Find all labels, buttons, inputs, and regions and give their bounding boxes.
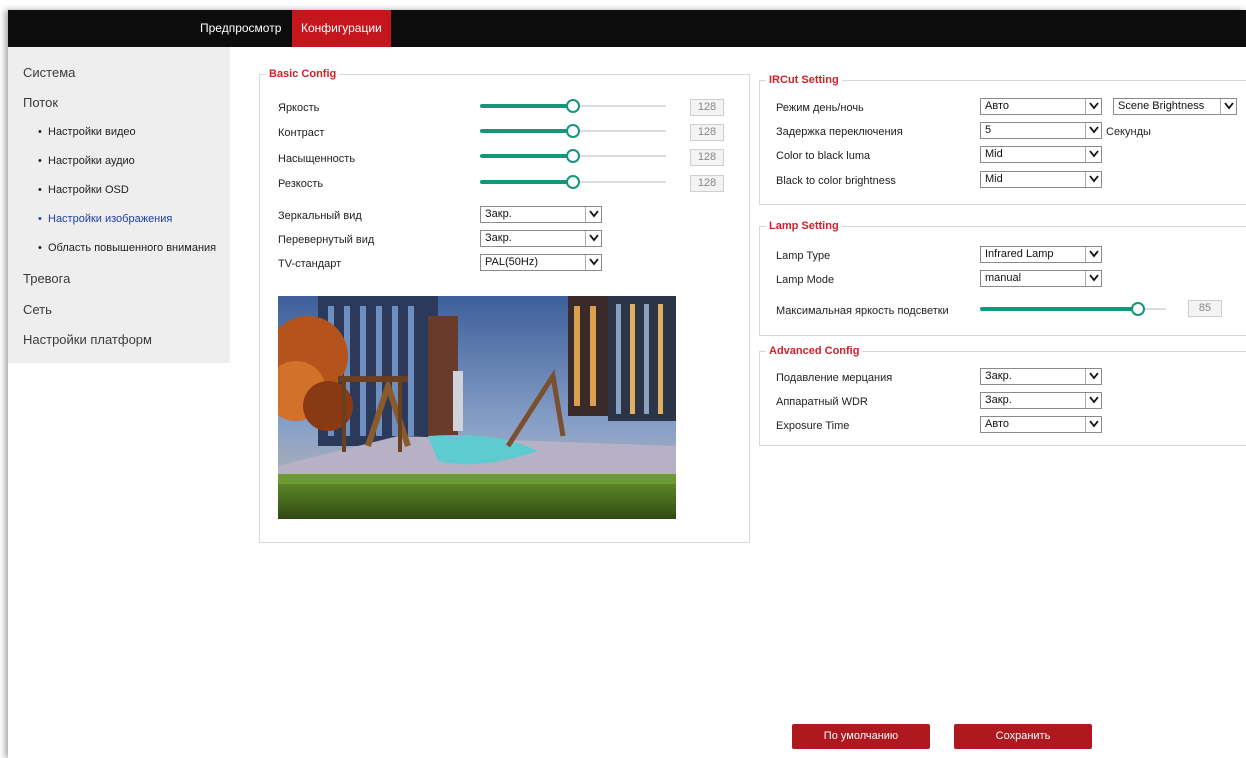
sidebar-item-alarm[interactable]: Тревога: [23, 271, 70, 286]
flicker-suppression-label: Подавление мерцания: [776, 372, 893, 384]
color-to-black-value: Mid: [985, 148, 1003, 160]
scene-brightness-value: Scene Brightness: [1118, 100, 1205, 112]
chevron-down-icon: [1085, 247, 1101, 262]
advanced-config-legend: Advanced Config: [769, 345, 860, 357]
saturation-slider[interactable]: [480, 149, 666, 163]
mirror-label: Зеркальный вид: [278, 210, 362, 222]
contrast-slider[interactable]: [480, 124, 666, 138]
flip-label: Перевернутый вид: [278, 234, 375, 246]
sidebar-item-image-settings[interactable]: • Настройки изображения: [38, 213, 172, 225]
chevron-down-icon: [1085, 147, 1101, 162]
chevron-down-icon: [1085, 271, 1101, 286]
switch-delay-value: 5: [985, 124, 992, 136]
chevron-down-icon: [585, 255, 601, 270]
slider-handle[interactable]: [566, 124, 580, 138]
scene-brightness-select[interactable]: Scene Brightness: [1113, 98, 1237, 115]
exposure-time-value: Авто: [985, 418, 1009, 430]
black-to-color-select[interactable]: Mid: [980, 171, 1102, 188]
max-lamp-brightness-slider[interactable]: [980, 302, 1166, 316]
lamp-mode-value: manual: [985, 272, 1022, 284]
lamp-mode-select[interactable]: manual: [980, 270, 1102, 287]
default-button[interactable]: По умолчанию: [792, 724, 930, 749]
sidebar-item-label: Настройки изображения: [48, 213, 173, 225]
tv-standard-select[interactable]: PAL(50Hz): [480, 254, 602, 271]
brightness-slider[interactable]: [480, 99, 666, 113]
chevron-down-icon: [1085, 172, 1101, 187]
flip-select-value: Закр.: [485, 232, 512, 244]
chevron-down-icon: [1085, 123, 1101, 138]
brightness-label: Яркость: [278, 102, 320, 114]
sidebar-item-label: Область повышенного внимания: [48, 242, 217, 254]
mirror-select-value: Закр.: [485, 208, 512, 220]
sharpness-label: Резкость: [278, 178, 324, 190]
slider-handle[interactable]: [566, 149, 580, 163]
sharpness-value: 128: [690, 175, 724, 192]
basic-config-legend: Basic Config: [269, 68, 337, 80]
sidebar-item-label: Настройки аудио: [48, 155, 135, 167]
save-button[interactable]: Сохранить: [954, 724, 1092, 749]
tv-standard-select-value: PAL(50Hz): [485, 256, 538, 268]
color-to-black-label: Color to black luma: [776, 150, 871, 162]
sharpness-slider[interactable]: [480, 175, 666, 189]
sidebar-item-osd-settings[interactable]: • Настройки OSD: [38, 184, 129, 196]
switch-delay-label: Задержка переключения: [776, 126, 903, 138]
chevron-down-icon: [1085, 417, 1101, 432]
sidebar: Система Поток • Настройки видео • Настройк…: [8, 47, 230, 363]
saturation-value: 128: [690, 149, 724, 166]
flip-select[interactable]: Закр.: [480, 230, 602, 247]
hardware-wdr-value: Закр.: [985, 394, 1012, 406]
chevron-down-icon: [1085, 369, 1101, 384]
black-to-color-value: Mid: [985, 173, 1003, 185]
black-to-color-label: Black to color brightness: [776, 175, 896, 187]
lamp-type-value: Infrared Lamp: [985, 248, 1054, 260]
chevron-down-icon: [1220, 99, 1236, 114]
slider-handle[interactable]: [1131, 302, 1146, 316]
lamp-type-label: Lamp Type: [776, 250, 831, 262]
max-lamp-brightness-value: 85: [1188, 300, 1222, 317]
sidebar-item-platform[interactable]: Настройки платформ: [23, 332, 152, 347]
top-nav-bar: Предпросмотр Конфигурации: [8, 10, 1246, 47]
hardware-wdr-select[interactable]: Закр.: [980, 392, 1102, 409]
slider-handle[interactable]: [566, 99, 580, 113]
flicker-suppression-value: Закр.: [985, 370, 1012, 382]
ircut-setting-legend: IRCut Setting: [769, 74, 839, 86]
camera-preview-image: [278, 296, 676, 519]
day-night-mode-value: Авто: [985, 100, 1009, 112]
lamp-setting-legend: Lamp Setting: [769, 220, 839, 232]
color-to-black-select[interactable]: Mid: [980, 146, 1102, 163]
app-window: Предпросмотр Конфигурации Система Поток …: [8, 10, 1246, 758]
brightness-value: 128: [690, 99, 724, 116]
chevron-down-icon: [585, 231, 601, 246]
chevron-down-icon: [585, 207, 601, 222]
exposure-time-select[interactable]: Авто: [980, 416, 1102, 433]
sidebar-item-audio-settings[interactable]: • Настройки аудио: [38, 155, 135, 167]
max-lamp-brightness-label: Максимальная яркость подсветки: [776, 305, 949, 317]
slider-handle[interactable]: [566, 175, 580, 189]
hardware-wdr-label: Аппаратный WDR: [776, 396, 868, 408]
sidebar-item-stream[interactable]: Поток: [23, 95, 58, 110]
mirror-select[interactable]: Закр.: [480, 206, 602, 223]
chevron-down-icon: [1085, 393, 1101, 408]
contrast-label: Контраст: [278, 127, 325, 139]
sidebar-item-system[interactable]: Система: [23, 65, 75, 80]
switch-delay-select[interactable]: 5: [980, 122, 1102, 139]
chevron-down-icon: [1085, 99, 1101, 114]
day-night-mode-select[interactable]: Авто: [980, 98, 1102, 115]
sidebar-item-roi[interactable]: • Область повышенного внимания: [38, 242, 216, 254]
sidebar-item-network[interactable]: Сеть: [23, 302, 52, 317]
tab-configuration[interactable]: Конфигурации: [292, 10, 391, 47]
contrast-value: 128: [690, 124, 724, 141]
tab-preview[interactable]: Предпросмотр: [191, 10, 290, 47]
sidebar-item-label: Настройки видео: [48, 126, 136, 138]
sidebar-item-label: Настройки OSD: [48, 184, 129, 196]
saturation-label: Насыщенность: [278, 153, 356, 165]
tv-standard-label: TV-стандарт: [278, 258, 342, 270]
flicker-suppression-select[interactable]: Закр.: [980, 368, 1102, 385]
day-night-mode-label: Режим день/ночь: [776, 102, 864, 114]
lamp-mode-label: Lamp Mode: [776, 274, 835, 286]
sidebar-item-video-settings[interactable]: • Настройки видео: [38, 126, 136, 138]
lamp-type-select[interactable]: Infrared Lamp: [980, 246, 1102, 263]
exposure-time-label: Exposure Time: [776, 420, 850, 432]
switch-delay-unit: Секунды: [1106, 126, 1151, 138]
